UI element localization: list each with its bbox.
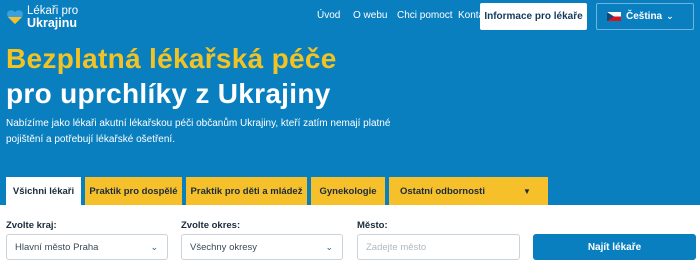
district-select[interactable]: Všechny okresy ⌄ — [181, 234, 343, 260]
chevron-down-icon: ⌄ — [666, 11, 674, 21]
region-select[interactable]: Hlavní město Praha ⌄ — [6, 234, 168, 260]
tab-other-specialties-label: Ostatní odbornosti — [400, 185, 485, 197]
city-label: Město: — [357, 220, 388, 231]
logo-line-2: Ukrajinu — [27, 16, 78, 30]
tab-all-doctors[interactable]: Všichni lékaři — [6, 177, 81, 205]
nav-link-chci-pomoct[interactable]: Chci pomoct — [397, 10, 453, 21]
logo-text: Lékaři pro Ukrajinu — [27, 5, 78, 29]
tab-gynecology[interactable]: Gynekologie — [311, 177, 385, 205]
chevron-down-icon: ⌄ — [325, 242, 333, 252]
doctor-info-button[interactable]: Informace pro lékaře — [480, 3, 587, 30]
language-label: Čeština — [626, 11, 663, 22]
tab-adult-gp[interactable]: Praktik pro dospělé — [85, 177, 182, 205]
heart-ukraine-icon — [7, 10, 23, 25]
hero-title-line-2: pro uprchlíky z Ukrajiny — [6, 78, 331, 109]
czech-flag-icon — [607, 12, 621, 21]
district-label: Zvolte okres: — [181, 220, 241, 231]
region-value: Hlavní město Praha — [15, 241, 99, 253]
hero-title-line-1: Bezplatná lékařská péče — [6, 43, 337, 74]
logo[interactable]: Lékaři pro Ukrajinu — [6, 5, 78, 29]
district-value: Všechny okresy — [190, 241, 258, 253]
nav-link-o-webu[interactable]: O webu — [353, 10, 387, 21]
tab-pediatric-gp[interactable]: Praktik pro děti a mládež — [186, 177, 307, 205]
city-input[interactable] — [366, 241, 519, 253]
language-select[interactable]: Čeština ⌄ — [596, 3, 694, 30]
hero-description: Nabízíme jako lékaři akutní lékařskou pé… — [6, 118, 391, 145]
nav-link-uvod[interactable]: Úvod — [317, 10, 340, 21]
region-label: Zvolte kraj: — [6, 220, 57, 231]
chevron-down-icon: ⌄ — [150, 242, 158, 252]
tab-other-specialties[interactable]: Ostatní odbornosti ▼ — [389, 177, 548, 205]
city-field[interactable] — [357, 234, 520, 260]
find-doctor-button[interactable]: Najít lékaře — [533, 234, 696, 260]
chevron-down-icon: ▼ — [522, 186, 531, 196]
